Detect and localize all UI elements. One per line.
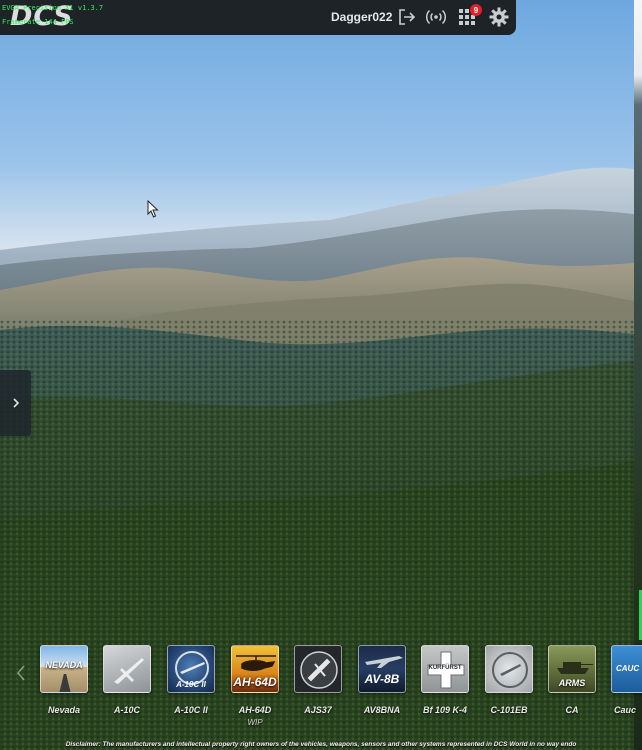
module-a-10c-ii[interactable]: A-10C II A-10C II <box>166 645 216 715</box>
terrain-illustration <box>0 167 642 750</box>
module-subtitle: WIP <box>247 718 263 727</box>
helicopter-icon <box>236 655 276 671</box>
logout-icon[interactable] <box>396 6 418 28</box>
module-name: Cauc <box>614 705 637 715</box>
module-ajs37[interactable]: AJS37 <box>293 645 343 715</box>
harrier-icon <box>365 656 403 668</box>
module-name: AV8BNA <box>363 705 401 715</box>
module-name: AH-64D <box>238 705 272 715</box>
module-caucasus[interactable]: CAUC Cauc <box>610 645 642 715</box>
overlay-line-2: Framerate 144 FPS <box>2 18 74 26</box>
username-label[interactable]: Dagger022 <box>331 10 392 24</box>
module-name: C-101EB <box>490 705 528 715</box>
module-name: A-10C II <box>174 705 208 715</box>
module-tile <box>485 645 533 693</box>
module-ca[interactable]: ARMS CA <box>547 645 597 715</box>
module-name: CA <box>565 705 579 715</box>
background-landscape <box>0 0 642 750</box>
module-name: Bf 109 K-4 <box>422 705 467 715</box>
module-tile: AH-64D <box>231 645 279 693</box>
module-c-101eb[interactable]: C-101EB <box>484 645 534 715</box>
aircraft-icon <box>114 658 144 684</box>
overlay-line-1: EVGA Precision X1 v1.3.7 <box>2 4 104 12</box>
broadcast-icon[interactable] <box>425 6 447 28</box>
edge-strip <box>634 0 642 750</box>
module-tile: NEVADA <box>40 645 88 693</box>
module-bf-109-k-4[interactable]: KURFÜRST Bf 109 K-4 <box>420 645 470 715</box>
chevron-left-icon[interactable] <box>16 664 26 682</box>
module-bar: NEVADA Nevada A-10C A-10C II A-10C II AH… <box>0 642 642 750</box>
module-nevada[interactable]: NEVADA Nevada <box>39 645 89 715</box>
top-bar: DCS EVGA Precision X1 v1.3.7 Framerate 1… <box>0 0 516 35</box>
module-name: A-10C <box>113 705 140 715</box>
module-tile <box>103 645 151 693</box>
tank-icon <box>557 662 593 674</box>
viggen-emblem-icon <box>300 651 338 689</box>
module-tile: ARMS <box>548 645 596 693</box>
chevron-right-icon <box>12 398 19 408</box>
module-ah-64d[interactable]: AH-64D AH-64D WIP <box>230 645 280 727</box>
module-tile: A-10C II <box>167 645 215 693</box>
module-a-10c[interactable]: A-10C <box>102 645 152 715</box>
module-tile <box>294 645 342 693</box>
module-tile: CAUC <box>611 645 642 693</box>
performance-overlay: EVGA Precision X1 v1.3.7 Framerate 144 F… <box>2 1 103 29</box>
mouse-cursor-icon <box>147 200 159 218</box>
side-panel-toggle[interactable] <box>0 370 31 436</box>
module-av8bna[interactable]: AV-8B AV8BNA <box>357 645 407 715</box>
disclaimer-text: Disclaimer: The manufacturers and intell… <box>65 741 577 748</box>
notification-badge: 9 <box>470 4 482 16</box>
module-name: AJS37 <box>304 705 332 715</box>
module-tile: AV-8B <box>358 645 406 693</box>
module-tile: KURFÜRST <box>421 645 469 693</box>
gear-icon[interactable] <box>488 6 510 28</box>
module-name: Nevada <box>47 705 81 715</box>
aviojet-emblem-icon <box>492 652 528 688</box>
